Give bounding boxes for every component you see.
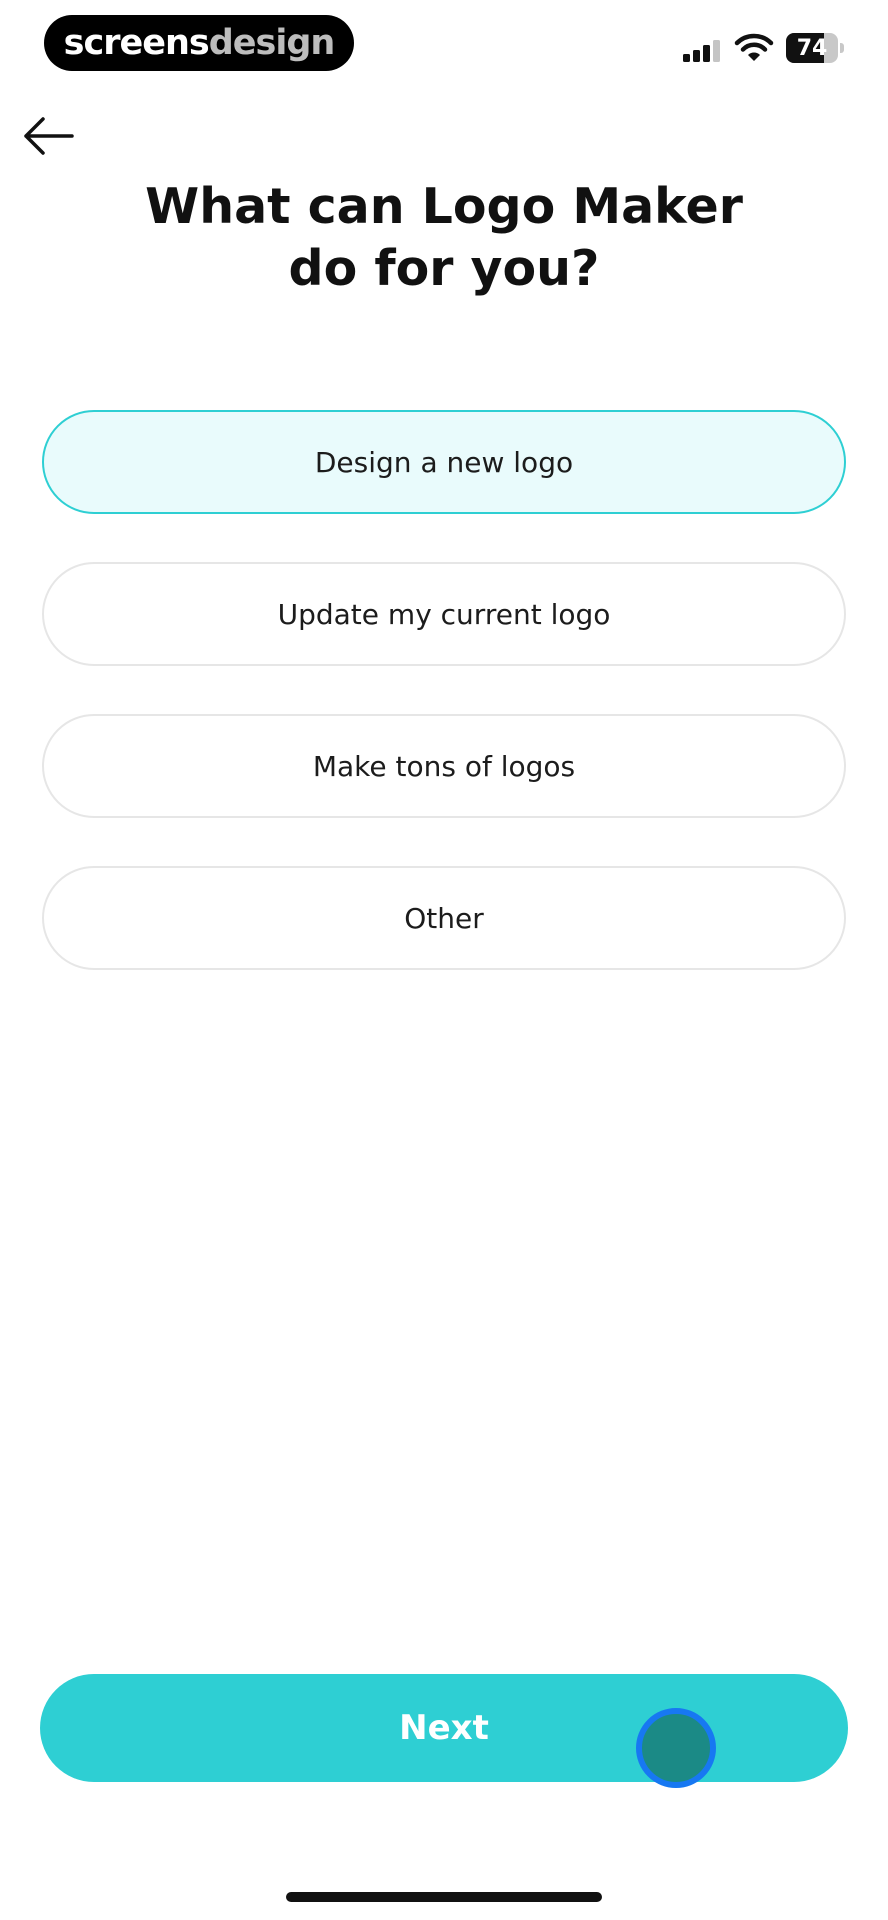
wifi-icon <box>734 33 774 63</box>
brand-logo: screens design <box>44 15 354 71</box>
brand-logo-part2: design <box>208 23 336 63</box>
next-button-label: Next <box>399 1708 489 1748</box>
option-label: Design a new logo <box>314 445 574 479</box>
home-indicator <box>286 1892 602 1902</box>
battery-icon: 74 <box>786 33 844 63</box>
option-label: Make tons of logos <box>312 749 576 783</box>
battery-level: 74 <box>796 35 828 61</box>
next-button[interactable]: Next <box>40 1674 848 1782</box>
page-title: What can Logo Maker do for you? <box>145 178 743 297</box>
brand-logo-part1: screens <box>63 23 210 63</box>
arrow-left-icon <box>24 117 74 155</box>
option-make-tons-of-logos[interactable]: Make tons of logos <box>42 714 846 818</box>
option-other[interactable]: Other <box>42 866 846 970</box>
back-button[interactable] <box>20 112 76 160</box>
status-bar: screens design 74 <box>0 0 888 90</box>
option-label: Other <box>404 901 484 935</box>
option-label: Update my current logo <box>277 597 611 631</box>
option-design-new-logo[interactable]: Design a new logo <box>42 410 846 514</box>
touch-indicator <box>636 1708 716 1788</box>
option-update-current-logo[interactable]: Update my current logo <box>42 562 846 666</box>
cellular-signal-icon <box>683 40 723 62</box>
